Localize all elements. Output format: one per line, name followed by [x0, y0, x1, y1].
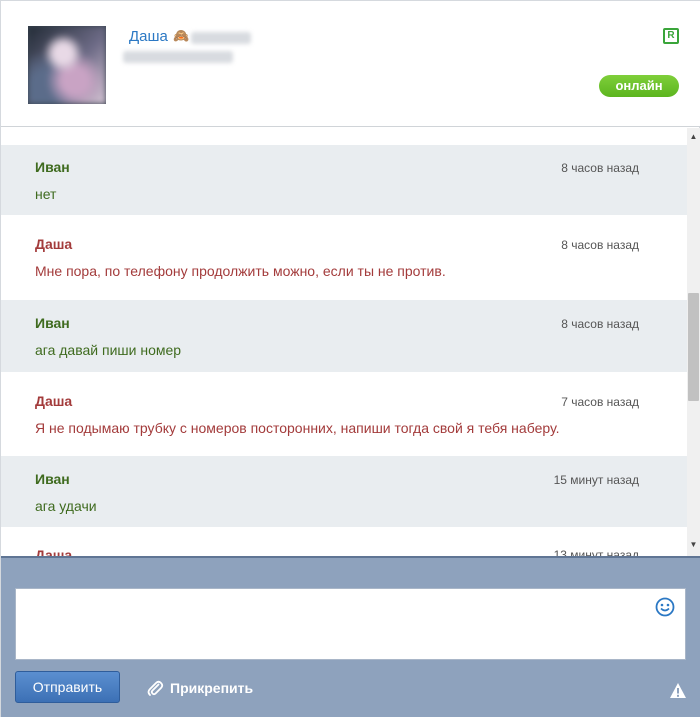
send-button[interactable]: Отправить	[15, 671, 120, 703]
message-author: Даша	[35, 393, 73, 409]
message-item: Даша 8 часов назад Мне пора, по телефону…	[1, 215, 687, 300]
message-author: Иван	[35, 159, 70, 175]
message-time: 15 минут назад	[553, 473, 639, 487]
emoji-icon: 🙈	[173, 28, 190, 43]
chat-window: Даша 🙈 R онлайн Иван 8 часов назад нет Д…	[0, 0, 700, 717]
message-time: 13 минут назад	[553, 548, 639, 556]
message-item: Иван 8 часов назад нет	[1, 145, 687, 215]
attach-button[interactable]: Прикрепить	[146, 676, 253, 700]
message-list[interactable]: Иван 8 часов назад нет Даша 8 часов наза…	[1, 128, 687, 556]
scroll-thumb[interactable]	[688, 293, 699, 401]
warning-icon[interactable]	[669, 682, 687, 699]
user-name-link[interactable]: Даша	[129, 28, 168, 45]
message-composer: Отправить Прикрепить	[1, 556, 700, 717]
message-author: Даша	[35, 547, 73, 556]
message-item: Иван 15 минут назад ага удачи	[1, 456, 687, 527]
attach-label: Прикрепить	[170, 680, 254, 696]
message-input[interactable]	[15, 588, 686, 660]
message-text: Я не подымаю трубку с номеров посторонни…	[35, 420, 560, 436]
user-status-redacted	[123, 51, 233, 63]
message-item: Даша 13 минут назад	[1, 527, 687, 556]
message-time: 8 часов назад	[561, 238, 639, 252]
smile-icon[interactable]	[655, 597, 675, 617]
message-item: Иван 8 часов назад ага давай пиши номер	[1, 300, 687, 372]
message-text: Мне пора, по телефону продолжить можно, …	[35, 263, 446, 279]
message-author: Иван	[35, 315, 70, 331]
message-text: ага давай пиши номер	[35, 342, 182, 358]
r-badge-icon: R	[663, 28, 679, 44]
scroll-up-icon[interactable]: ▲	[687, 130, 700, 144]
message-time: 8 часов назад	[561, 161, 639, 175]
message-author: Иван	[35, 471, 70, 487]
chat-header: Даша 🙈 R онлайн	[1, 1, 700, 127]
avatar[interactable]	[28, 26, 106, 104]
message-text: нет	[35, 186, 57, 202]
user-info-redacted	[191, 32, 251, 44]
paperclip-icon	[147, 680, 164, 696]
message-text: ага удачи	[35, 498, 97, 514]
online-status-badge: онлайн	[599, 75, 679, 97]
message-author: Даша	[35, 236, 73, 252]
message-item: Даша 7 часов назад Я не подымаю трубку с…	[1, 372, 687, 456]
message-time: 8 часов назад	[561, 317, 639, 331]
scroll-down-icon[interactable]: ▼	[687, 538, 700, 552]
message-time: 7 часов назад	[561, 395, 639, 409]
message-scrollbar[interactable]: ▲ ▼	[687, 128, 700, 556]
